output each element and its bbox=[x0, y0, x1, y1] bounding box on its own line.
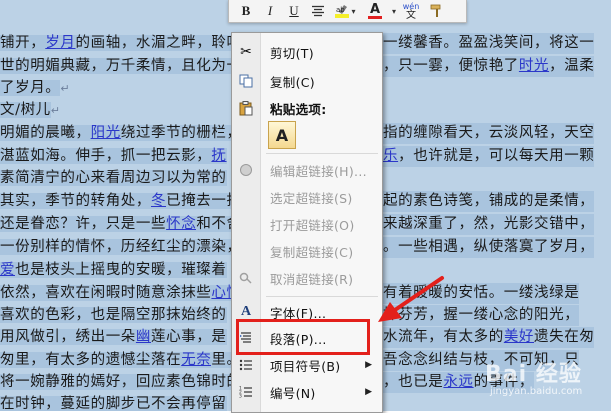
menu-item-cut[interactable]: ✂ 剪切(T) bbox=[232, 39, 382, 65]
text-line: 了岁月。↵ bbox=[0, 80, 71, 96]
hyperlink[interactable]: 乐 bbox=[383, 148, 398, 164]
menu-paste-options-header: 粘贴选项: bbox=[232, 95, 382, 121]
highlighter-icon[interactable]: ab ▾ bbox=[331, 1, 359, 21]
text-line: 铺开，岁月的画轴，水湄之畔，聆听 一缕馨香。盈盈浅笑间，将这一 bbox=[0, 33, 595, 54]
hyperlink[interactable]: 爱 bbox=[0, 262, 16, 278]
center-align-icon[interactable] bbox=[307, 1, 329, 21]
menu-item-open-hyperlink: 打开超链接(O) bbox=[270, 217, 355, 233]
text-line: 湛蓝如海。伸手，抓一把云影，抚 乐，也许就是，可以每天用一颗 bbox=[0, 146, 595, 167]
chevron-right-icon: ▶ bbox=[365, 360, 372, 370]
bullet-list-icon bbox=[232, 352, 260, 378]
scissors-icon: ✂ bbox=[240, 44, 252, 60]
italic-button[interactable]: I bbox=[259, 1, 281, 21]
svg-text:3: 3 bbox=[239, 394, 242, 400]
watermark-logo: Bai 经验 bbox=[485, 362, 582, 387]
hyperlink[interactable]: 永远 bbox=[443, 374, 473, 390]
hyperlink[interactable]: 时光 bbox=[519, 58, 549, 74]
watermark-url: jingyan.baidu.com bbox=[490, 386, 583, 397]
chevron-down-icon[interactable]: ▾ bbox=[351, 7, 355, 16]
text-line: 其实，季节的转角处，冬已掩去一抹 起的素色诗笺，铺成的是柔情， bbox=[0, 191, 595, 212]
paste-keep-formatting-button[interactable]: A bbox=[268, 121, 296, 149]
text-line: 文/树儿↵ bbox=[0, 102, 61, 118]
text-line: 爱也是枝头上摇曳的安暖，璀璨着 bbox=[0, 262, 227, 278]
menu-item-numbering[interactable]: 123 编号(N) ▶ bbox=[232, 379, 382, 405]
text-line: 将一婉静雅的嫣好，回应素色锦时的 ，也已是永远的事件， bbox=[0, 372, 535, 393]
menu-item-bullets[interactable]: 项目符号(B) ▶ bbox=[232, 352, 382, 378]
menu-item-remove-hyperlink: 取消超链接(R) bbox=[232, 265, 382, 291]
clipboard-icon bbox=[232, 95, 260, 121]
menu-item-edit-hyperlink: 编辑超链接(H)... bbox=[232, 157, 382, 183]
text-line: 匆里，有太多的遗憾尘落在无奈里。 吾念念纠结与枝，不可知，只 bbox=[0, 350, 580, 371]
text-line: 用风做引，绣出一朵幽莲心事，是 水流年，有太多的美好遗失在匆 bbox=[0, 327, 595, 348]
menu-item-copy[interactable]: 复制(C) bbox=[232, 68, 382, 94]
text-line: 还是眷恋？许，只是一些怀念和不舍 来越深重了，然，光影交错中， bbox=[0, 214, 595, 235]
text-line: 明媚的晨曦，阳光绕过季节的栅栏， 指的缠隙看天，云淡风轻，天空 bbox=[0, 123, 595, 144]
bold-button[interactable]: B bbox=[235, 1, 257, 21]
text-line: 一份别样的情怀，历经红尘的漂染， 。一些相遇，纵使落寞了岁月， bbox=[0, 237, 595, 258]
menu-item-select-hyperlink: 选定超链接(S) bbox=[270, 190, 353, 206]
menu-separator bbox=[266, 153, 378, 154]
hyperlink[interactable]: 怀念 bbox=[166, 216, 197, 232]
text-line: 喜欢的色彩，也是隔空那抹始终的 抹芬芳，握一缕心念的阳光， bbox=[0, 305, 580, 326]
numbered-list-icon: 123 bbox=[232, 379, 260, 405]
text-line: 素简清宁的心来看周边习以为常的 bbox=[0, 170, 227, 186]
copy-icon bbox=[232, 68, 260, 94]
svg-text:ab: ab bbox=[336, 6, 345, 14]
menu-separator bbox=[266, 296, 378, 297]
hyperlink[interactable]: 美好 bbox=[504, 329, 534, 345]
hyperlink[interactable]: 抚 bbox=[211, 148, 227, 164]
font-color-button[interactable]: A bbox=[361, 1, 389, 21]
hyperlink[interactable]: 阳光 bbox=[90, 125, 121, 141]
brush-icon[interactable] bbox=[426, 1, 448, 21]
phonetic-guide-button[interactable]: wén 文 bbox=[398, 1, 424, 21]
chevron-down-icon[interactable]: ▾ bbox=[392, 7, 396, 16]
unlink-icon bbox=[232, 265, 260, 291]
underline-button[interactable]: U bbox=[283, 1, 305, 21]
hyperlink[interactable]: 岁月 bbox=[45, 35, 76, 51]
hyperlink[interactable]: 冬 bbox=[151, 193, 167, 209]
globe-link-icon bbox=[232, 157, 260, 183]
red-arrow-icon bbox=[378, 276, 444, 322]
text-line: 依然，喜欢在闲暇时随意涂抹些心情 有着暖暖的安恬。一缕浅绿是 bbox=[0, 283, 580, 304]
mini-toolbar: B I U ab ▾ A ▾ wén 文 bbox=[228, 0, 467, 23]
paragraph-mark-icon: ↵ bbox=[50, 104, 61, 117]
font-color-swatch bbox=[368, 15, 382, 19]
context-menu: ✂ 剪切(T) 复制(C) 粘贴选项: A 编辑超链接(H)... 选定超链接(… bbox=[231, 32, 383, 413]
chevron-right-icon: ▶ bbox=[365, 387, 372, 397]
highlight-box bbox=[236, 319, 370, 355]
text-line: 在时钟，蔓延的脚步已不会再停留 bbox=[0, 396, 227, 411]
menu-item-copy-hyperlink: 复制超链接(C) bbox=[270, 244, 354, 260]
paragraph-mark-icon: ↵ bbox=[60, 82, 71, 95]
text-line: 世的明媚典藏，万千柔情，且化为一 ，只一霎，便惊艳了时光，温柔 bbox=[0, 56, 595, 77]
hyperlink[interactable]: 无奈 bbox=[181, 352, 212, 368]
hyperlink[interactable]: 幽 bbox=[135, 329, 152, 345]
